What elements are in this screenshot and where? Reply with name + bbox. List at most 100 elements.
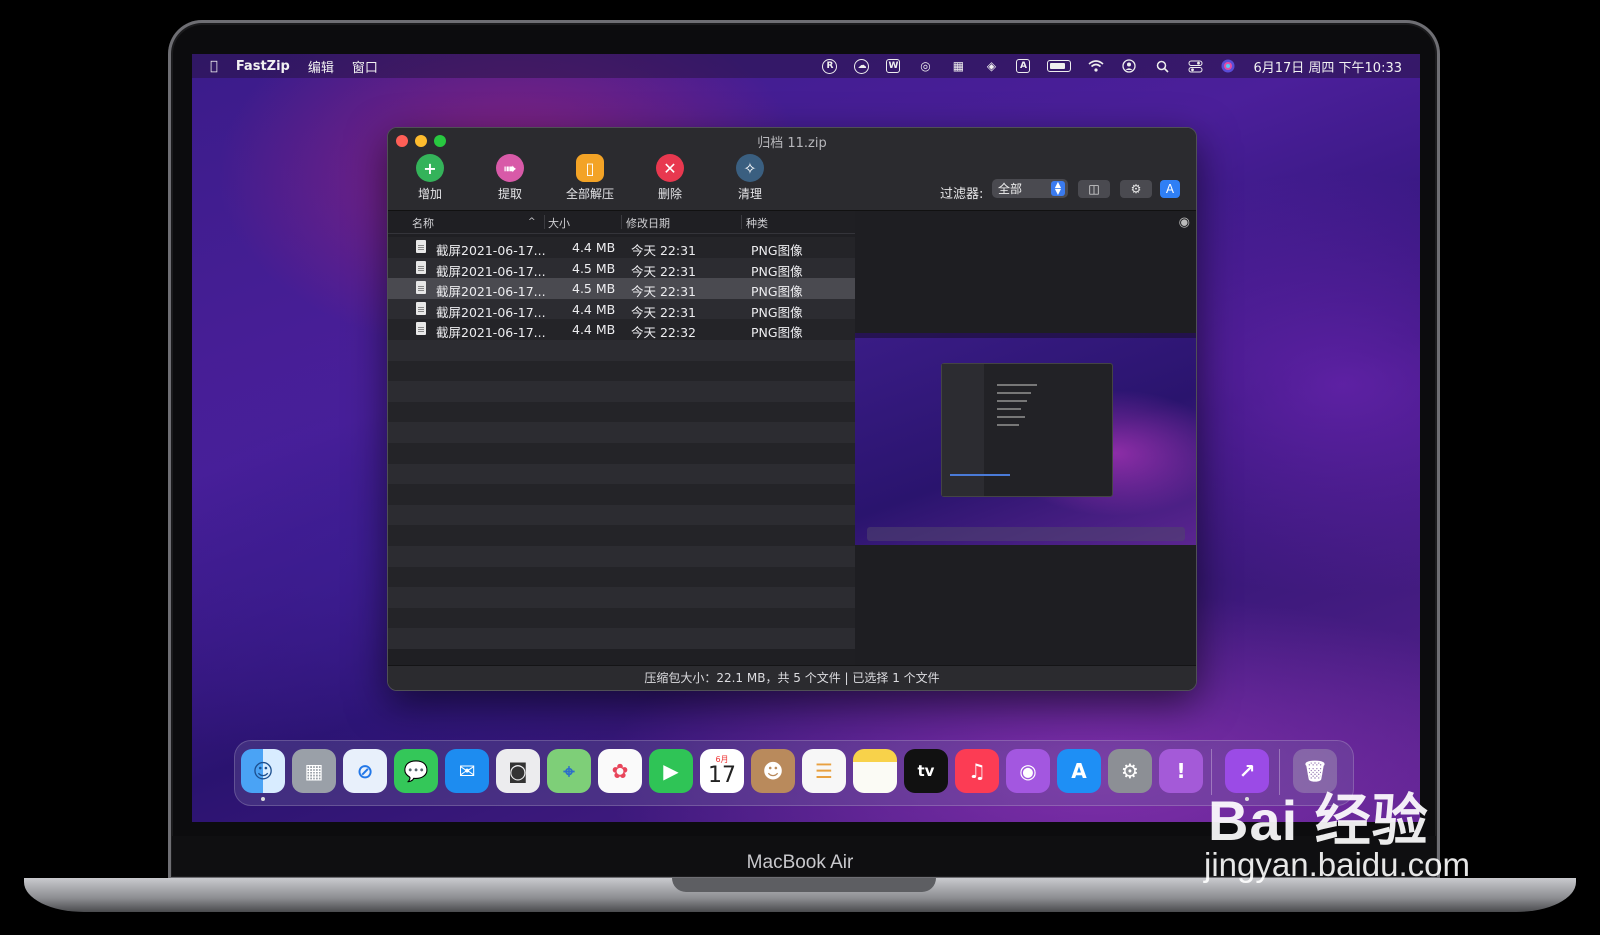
filter-label: 过滤器: (940, 187, 984, 202)
wifi-icon[interactable] (1088, 58, 1104, 74)
filter-select[interactable]: 全部 ▲ ▼ (992, 179, 1068, 198)
table-row[interactable]: 截屏2021-06-17... 4.4 MB 今天 22:31 PNG图像 (388, 298, 855, 320)
table-row-selected[interactable]: 截屏2021-06-17... 4.5 MB 今天 22:31 PNG图像 (388, 278, 855, 299)
sidebar-toggle-icon: ◫ (1088, 182, 1100, 196)
calendar-icon[interactable]: 6月 17 (700, 749, 744, 793)
column-kind-header[interactable]: 种类 (746, 215, 768, 231)
file-kind: PNG图像 (751, 325, 803, 341)
tv-label: tv (917, 762, 935, 780)
facetime-icon[interactable]: ▶ (649, 749, 693, 793)
photos-icon[interactable]: ✿ (598, 749, 642, 793)
apple-icon[interactable]:  (210, 59, 218, 74)
column-name-header[interactable]: 名称 (412, 215, 434, 231)
laptop-notch (672, 878, 936, 892)
status-bar: 压缩包大小：22.1 MB，共 5 个文件 | 已选择 1 个文件 (388, 665, 1196, 690)
input-method-icon[interactable]: A (1016, 59, 1031, 73)
select-arrows-icon: ▲ ▼ (1051, 181, 1065, 196)
maps-icon[interactable]: ⌖ (547, 749, 591, 793)
column-date-header[interactable]: 修改日期 (626, 215, 670, 231)
window-title: 归档 11.zip (757, 136, 827, 151)
sort-ascending-icon[interactable]: ^ (528, 217, 536, 227)
eye-icon[interactable]: ◉ (1179, 215, 1190, 230)
delete-button[interactable]: ✕ 删除 (638, 154, 702, 202)
column-headers: 名称 ^ 大小 修改日期 种类 (388, 211, 855, 234)
status-grid-icon[interactable]: ▦ (950, 58, 966, 74)
battery-icon[interactable] (1047, 60, 1072, 72)
dock: ☺ ▦ ⊘ 💬 ✉ ◙ ⌖ ✿ ▶ 6月 17 ☻ ☰ tv ♫ ◉ A ⚙ !… (234, 740, 1354, 806)
file-date: 今天 22:31 (631, 284, 696, 300)
finder-icon[interactable]: ☺ (241, 749, 285, 793)
add-label: 增加 (417, 187, 442, 201)
filter-value: 全部 (998, 182, 1023, 196)
notes-icon[interactable] (853, 749, 897, 793)
status-layers-icon[interactable]: ◈ (983, 58, 999, 74)
file-kind: PNG图像 (751, 263, 803, 279)
clean-label: 清理 (737, 187, 762, 201)
table-row[interactable]: 截屏2021-06-17... 4.5 MB 今天 22:31 PNG图像 (388, 257, 855, 279)
screenshot-icon[interactable]: ◙ (496, 749, 540, 793)
system-preferences-icon[interactable]: ⚙ (1108, 749, 1152, 793)
column-divider[interactable] (621, 215, 622, 229)
reminders-icon[interactable]: ☰ (802, 749, 846, 793)
user-icon[interactable] (1121, 58, 1137, 74)
zip-archive-icon: ▯ (576, 154, 604, 182)
file-list: 名称 ^ 大小 修改日期 种类 截屏2021-06-17... 4.4 MB 今… (388, 211, 855, 665)
file-size: 4.5 MB (572, 281, 616, 297)
column-divider[interactable] (544, 215, 545, 229)
safari-icon[interactable]: ⊘ (343, 749, 387, 793)
extract-all-button[interactable]: ▯ 全部解压 (558, 154, 622, 202)
document-icon (416, 240, 426, 253)
file-date: 今天 22:32 (631, 325, 696, 341)
desktop-screen:  FastZip 编辑 窗口 R ☁ W ◎ ▦ ◈ A (192, 54, 1420, 822)
file-date: 今天 22:31 (631, 304, 696, 320)
menu-edit[interactable]: 编辑 (308, 57, 334, 76)
podcasts-icon[interactable]: ◉ (1006, 749, 1050, 793)
music-icon[interactable]: ♫ (955, 749, 999, 793)
delete-x-icon: ✕ (656, 154, 684, 182)
fastzip-window: 归档 11.zip + 增加 ➠ 提取 ▯ 全部解压 ✕ 删除 ✧ 清理 过滤器… (387, 127, 1197, 691)
table-row[interactable]: 截屏2021-06-17... 4.4 MB 今天 22:31 PNG图像 (388, 237, 855, 258)
app-store-button[interactable]: A (1160, 180, 1180, 198)
launchpad-icon[interactable]: ▦ (292, 749, 336, 793)
menu-window[interactable]: 窗口 (352, 57, 378, 76)
spotlight-search-icon[interactable] (1154, 58, 1170, 74)
window-toolbar: 归档 11.zip + 增加 ➠ 提取 ▯ 全部解压 ✕ 删除 ✧ 清理 过滤器… (388, 128, 1196, 211)
column-divider[interactable] (741, 215, 742, 229)
running-indicator (261, 797, 265, 801)
settings-button[interactable]: ⚙ (1120, 180, 1152, 198)
status-target-icon[interactable]: ◎ (917, 58, 933, 74)
file-rows: 截屏2021-06-17... 4.4 MB 今天 22:31 PNG图像 截屏… (388, 237, 855, 649)
toggle-preview-button[interactable]: ◫ (1078, 180, 1110, 198)
file-size: 4.4 MB (572, 240, 616, 255)
app-store-icon[interactable]: A (1057, 749, 1101, 793)
table-row[interactable]: 截屏2021-06-17... 4.4 MB 今天 22:32 PNG图像 (388, 319, 855, 340)
feedback-assistant-icon[interactable]: ! (1159, 749, 1203, 793)
broom-icon: ✧ (736, 154, 764, 182)
siri-icon[interactable] (1220, 58, 1236, 74)
apple-tv-icon[interactable]: tv (904, 749, 948, 793)
file-kind: PNG图像 (751, 284, 803, 300)
document-icon (416, 322, 426, 336)
file-date: 今天 22:31 (631, 263, 696, 279)
add-button[interactable]: + 增加 (398, 154, 462, 202)
status-cloud-icon[interactable]: ☁ (854, 58, 870, 74)
menu-clock[interactable]: 6月17日 周四 下午10:33 (1253, 57, 1402, 76)
mail-icon[interactable]: ✉ (445, 749, 489, 793)
control-center-icon[interactable] (1187, 58, 1203, 74)
menu-app-name[interactable]: FastZip (236, 59, 290, 74)
clean-button[interactable]: ✧ 清理 (718, 154, 782, 202)
file-name: 截屏2021-06-17... (436, 243, 546, 258)
column-size-header[interactable]: 大小 (548, 215, 570, 231)
extract-button[interactable]: ➠ 提取 (478, 154, 542, 202)
status-w-icon[interactable]: W (886, 59, 901, 73)
file-name: 截屏2021-06-17... (436, 284, 546, 300)
status-r-icon[interactable]: R (822, 58, 838, 74)
file-kind: PNG图像 (751, 304, 803, 320)
file-size: 4.4 MB (572, 301, 616, 317)
delete-label: 删除 (657, 187, 682, 201)
file-name: 截屏2021-06-17... (436, 304, 546, 320)
messages-icon[interactable]: 💬 (394, 749, 438, 793)
contacts-icon[interactable]: ☻ (751, 749, 795, 793)
preview-image[interactable] (855, 333, 1196, 545)
document-icon (416, 301, 426, 315)
